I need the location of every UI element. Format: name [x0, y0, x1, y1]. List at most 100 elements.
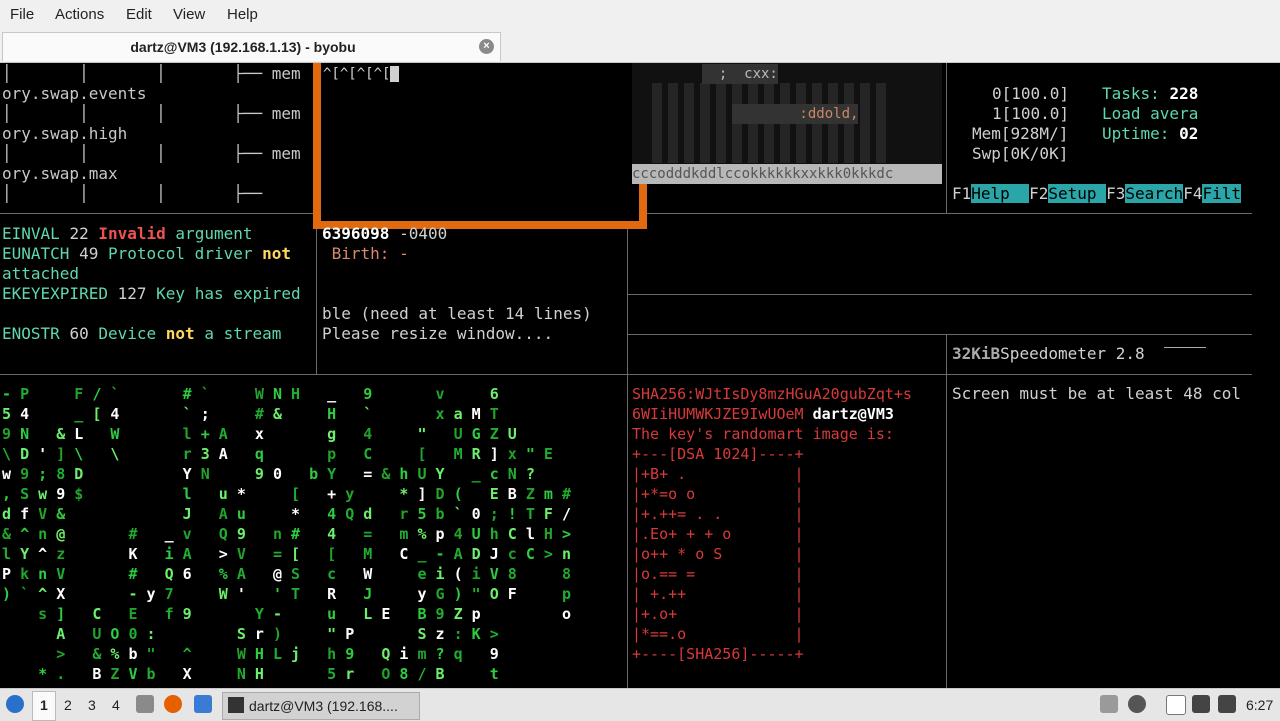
- htop-function-keys: F1Help F2Setup F3SearchF4Filt: [952, 184, 1241, 203]
- editor-text: ^[^[^[^[: [323, 64, 399, 84]
- taskbar: 1 2 3 4 dartz@VM3 (192.168.... 6:27: [0, 688, 1280, 721]
- pane-divider: [628, 294, 1252, 295]
- tree-line: │ │ │ ├──: [2, 184, 263, 203]
- randomart-line: |.Eo+ + + o |: [632, 525, 804, 543]
- menu-file[interactable]: File: [10, 6, 34, 23]
- matrix-row: w 9 ; 8 D Y N 9 0 b Y = & h U Y _ c N ?: [2, 465, 535, 483]
- workspace-1[interactable]: 1: [40, 697, 48, 713]
- power-icon[interactable]: [1218, 695, 1236, 713]
- errno-line: attached: [2, 264, 80, 283]
- resize-message: Please resize window....: [322, 324, 554, 343]
- tree-line: │ │ │ ├── mem: [2, 64, 301, 83]
- menu-help[interactable]: Help: [227, 6, 258, 23]
- screen-size-message: Screen must be at least 48 col: [952, 384, 1241, 403]
- tab-title: dartz@VM3 (192.168.1.13) - byobu: [130, 39, 356, 55]
- clipboard-icon[interactable]: [1166, 695, 1186, 715]
- key-fingerprint-cont: 6WIiHUMWKJZE9IwUOeM dartz@VM3: [632, 405, 894, 423]
- errno-line: EKEYEXPIRED 127 Key has expired: [2, 284, 301, 303]
- volume-icon[interactable]: [1128, 695, 1146, 713]
- tray-icon[interactable]: [1100, 695, 1118, 713]
- workspace-2[interactable]: 2: [64, 697, 72, 713]
- htop-search-key[interactable]: Search: [1125, 184, 1184, 203]
- menu-bar: File Actions Edit View Help: [0, 0, 1280, 30]
- randomart-line: +----[SHA256]-----+: [632, 645, 804, 663]
- firefox-icon[interactable]: [164, 695, 182, 713]
- matrix-row: l Y ^ z K i A > V = [ [ M C _ - A D J c …: [2, 545, 571, 563]
- htop-filter-key[interactable]: Filt: [1202, 184, 1241, 203]
- menu-view[interactable]: View: [173, 6, 205, 23]
- key-fingerprint: SHA256:WJtIsDy8mzHGuA20gubZqt+s: [632, 385, 912, 403]
- matrix-row: s ] C E f 9 Y - u L E B 9 Z p o: [38, 605, 571, 623]
- randomart-line: |+B+ . |: [632, 465, 804, 483]
- randomart-line: |+.++= . . |: [632, 505, 804, 523]
- matrix-row: , S w 9 $ l u * [ + y * ] D ( E B Z m #: [2, 485, 571, 503]
- close-icon[interactable]: ×: [479, 39, 494, 54]
- errno-line: ENOSTR 60 Device not a stream: [2, 324, 282, 343]
- matrix-fragment: ; cxx:: [702, 64, 778, 84]
- randomart-line: |+*=o o |: [632, 485, 804, 503]
- htop-help-key[interactable]: Help: [971, 184, 1030, 203]
- pane-divider: [627, 213, 628, 688]
- matrix-row: - P F / ` # ` W N H _ 9 v 6: [2, 385, 499, 403]
- randomart-intro: The key's randomart image is:: [632, 425, 894, 443]
- htop-swp: Swp[0K/0K]: [972, 144, 1069, 163]
- tree-line: ory.swap.events: [2, 84, 147, 103]
- task-button-terminal[interactable]: dartz@VM3 (192.168....: [222, 692, 420, 720]
- htop-setup-key[interactable]: Setup: [1048, 184, 1107, 203]
- matrix-row: * . B Z V b X N H 5 r O 8 / B t: [38, 665, 499, 683]
- matrix-row: d f V & J A u * 4 Q d r 5 b ` 0 ; ! T F …: [2, 505, 571, 523]
- pane-divider: [946, 334, 947, 688]
- htop-cpu0: 0[100.0]: [992, 84, 1070, 103]
- matrix-row: A U O 0 : S r ) " P S z : K >: [56, 625, 499, 643]
- stat-line: 6396098 -0400: [322, 224, 448, 243]
- pane-divider: [628, 334, 1252, 335]
- file-manager-icon[interactable]: [136, 695, 154, 713]
- start-menu-icon[interactable]: [6, 695, 24, 713]
- pane-divider: [316, 213, 317, 374]
- tree-line: │ │ │ ├── mem: [2, 104, 301, 123]
- matrix-row: 5 4 _ [ 4 ` ; # & H ` x a M T: [2, 405, 499, 423]
- workspace-4[interactable]: 4: [112, 697, 120, 713]
- randomart-line: | +.++ |: [632, 585, 804, 603]
- editor-pane[interactable]: ^[^[^[^[: [313, 63, 647, 229]
- errno-line: EINVAL 22 Invalid argument: [2, 224, 253, 243]
- matrix-fragment: :ddold,: [732, 104, 859, 124]
- speedometer-graph: [1164, 347, 1206, 348]
- tree-line: │ │ │ ├── mem: [2, 144, 301, 163]
- htop-load: Load avera: [1102, 104, 1199, 123]
- workspace-3[interactable]: 3: [88, 697, 96, 713]
- terminal-area[interactable]: │ │ │ ├── mem ory.swap.events │ │ │ ├── …: [0, 63, 1280, 688]
- matrix-row: ) ` ^ X - y 7 W ' ' T R J y G ) " O F p: [2, 585, 571, 603]
- tree-line: ory.swap.max: [2, 164, 118, 183]
- matrix-row: & ^ n @ # _ v Q 9 n # 4 = m % p 4 U h C …: [2, 525, 571, 543]
- task-button-label: dartz@VM3 (192.168....: [249, 698, 398, 714]
- randomart-line: |o.== = |: [632, 565, 804, 583]
- tab-strip: dartz@VM3 (192.168.1.13) - byobu ×: [0, 30, 1280, 63]
- terminal-tab[interactable]: dartz@VM3 (192.168.1.13) - byobu ×: [2, 32, 501, 61]
- matrix-row: P k n V # Q 6 % A @ S c W e i ( i V 8 8: [2, 565, 571, 583]
- randomart-line: +---[DSA 1024]----+: [632, 445, 804, 463]
- show-desktop-icon[interactable]: [194, 695, 212, 713]
- speedometer-title: 32KiBSpeedometer 2.8: [952, 344, 1145, 363]
- menu-edit[interactable]: Edit: [126, 6, 152, 23]
- terminal-icon: [228, 697, 244, 713]
- htop-cpu1: 1[100.0]: [992, 104, 1070, 123]
- pane-divider: [0, 374, 1252, 375]
- matrix-row: \ D ' ] \ \ r 3 A q p C [ M R ] x " E: [2, 445, 553, 463]
- htop-tasks: Tasks: 228: [1102, 84, 1199, 103]
- tree-line: ory.swap.high: [2, 124, 128, 143]
- matrix-bar: cccodddkddlccokkkkkkxxkkk0kkkdc: [632, 164, 942, 184]
- randomart-line: |+.o+ |: [632, 605, 804, 623]
- randomart-line: |o++ * o S |: [632, 545, 804, 563]
- htop-mem: Mem[928M/]: [972, 124, 1069, 143]
- menu-actions[interactable]: Actions: [55, 6, 104, 23]
- clock: 6:27: [1246, 697, 1274, 713]
- stat-birth: Birth: -: [322, 244, 409, 263]
- errno-line: EUNATCH 49 Protocol driver not: [2, 244, 292, 263]
- randomart-line: |*==.o |: [632, 625, 804, 643]
- resize-message: ble (need at least 14 lines): [322, 304, 592, 323]
- matrix-row: 9 N & L W l + A x g 4 " U G Z U: [2, 425, 517, 443]
- pane-divider: [946, 63, 947, 214]
- network-icon[interactable]: [1192, 695, 1210, 713]
- htop-uptime: Uptime: 02: [1102, 124, 1199, 143]
